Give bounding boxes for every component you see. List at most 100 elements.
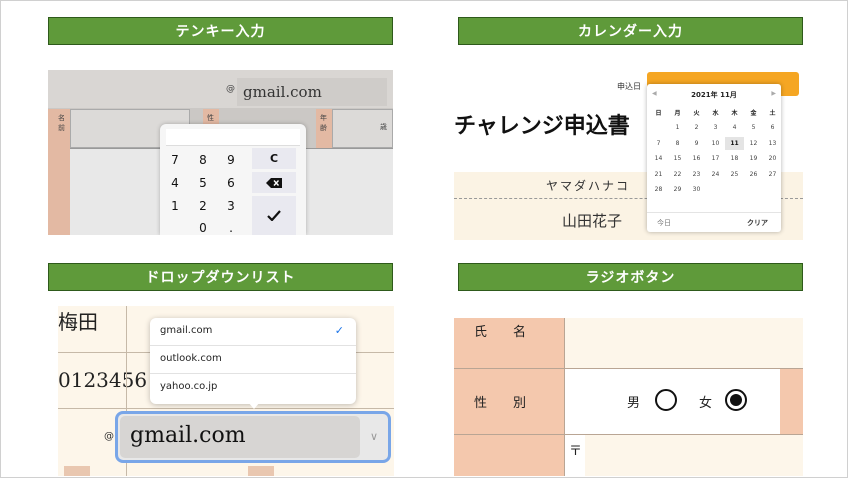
checkmark-icon: ✓ bbox=[334, 324, 344, 337]
calendar-day[interactable]: 30 bbox=[687, 183, 706, 196]
checkmark-icon bbox=[267, 210, 281, 221]
years-label: 歳 bbox=[380, 123, 387, 131]
today-button[interactable]: 今日 bbox=[657, 218, 671, 228]
key-0[interactable]: 0 bbox=[190, 218, 216, 235]
age-label-cell: 年齢 bbox=[316, 109, 332, 148]
key-3[interactable]: 3 bbox=[218, 196, 244, 216]
calendar-day[interactable]: 8 bbox=[668, 137, 687, 150]
calendar-day[interactable]: 12 bbox=[744, 137, 763, 150]
dropdown-option-yahoo[interactable]: yahoo.co.jp bbox=[150, 374, 356, 402]
calendar-day[interactable]: 28 bbox=[649, 183, 668, 196]
calendar-day[interactable]: 21 bbox=[649, 168, 668, 181]
key-8[interactable]: 8 bbox=[190, 150, 216, 170]
sex-label: 性 別 bbox=[474, 396, 527, 411]
email-domain-field[interactable]: gmail.com bbox=[237, 78, 387, 106]
at-sign: @ bbox=[104, 431, 114, 442]
radio-male[interactable] bbox=[655, 389, 677, 411]
header-radio-button: ラジオボタン bbox=[458, 263, 803, 291]
weekday-header: 土 bbox=[769, 110, 776, 117]
clear-key[interactable]: C bbox=[252, 148, 296, 169]
calendar-day[interactable]: 14 bbox=[649, 152, 668, 165]
option-label: outlook.com bbox=[160, 353, 222, 364]
age-label: 年齢 bbox=[320, 114, 327, 132]
email-domain-select[interactable]: gmail.com ∨ bbox=[115, 411, 391, 463]
calendar-day[interactable]: 27 bbox=[763, 168, 782, 181]
calendar-day[interactable]: 22 bbox=[668, 168, 687, 181]
calendar-day[interactable]: 20 bbox=[763, 152, 782, 165]
enter-key[interactable] bbox=[252, 196, 296, 235]
dropdown-screenshot: 梅田 0123456 gmail.com ✓ outlook.com yahoo… bbox=[58, 306, 394, 476]
calendar-day[interactable]: 26 bbox=[744, 168, 763, 181]
calendar-day[interactable]: 19 bbox=[744, 152, 763, 165]
calendar-day[interactable]: 7 bbox=[649, 137, 668, 150]
at-sign: @ bbox=[226, 84, 235, 94]
key-4[interactable]: 4 bbox=[162, 173, 188, 193]
calendar-day[interactable]: 2 bbox=[687, 121, 706, 134]
date-picker-popup: ◀ 2021年 11月 ▶ 日月火水木金土 1 2 3 4 5 6 7 8 9 10 11 12 13 14… bbox=[647, 84, 781, 232]
grid-line bbox=[454, 434, 803, 435]
calendar-day[interactable]: 10 bbox=[706, 137, 725, 150]
sex-label: 性 bbox=[207, 114, 214, 122]
calendar-day[interactable]: 23 bbox=[687, 168, 706, 181]
calendar-footer-divider bbox=[647, 212, 781, 213]
side-label-cell bbox=[780, 369, 803, 434]
calendar-day[interactable]: 6 bbox=[763, 121, 782, 134]
female-label: 女 bbox=[699, 396, 713, 411]
key-6[interactable]: 6 bbox=[218, 173, 244, 193]
label-cell bbox=[64, 466, 90, 476]
weekday-header: 火 bbox=[693, 110, 700, 117]
weekday-header: 水 bbox=[712, 110, 719, 117]
header-dropdown-list: ドロップダウンリスト bbox=[48, 263, 393, 291]
radio-screenshot: 氏 名 性 別 男 女 〒 bbox=[454, 318, 803, 476]
header-keypad-input: テンキー入力 bbox=[48, 17, 393, 45]
name-label: 名前 bbox=[58, 114, 65, 132]
address-text-fragment: 梅田 bbox=[58, 310, 98, 334]
calendar-day[interactable]: 16 bbox=[687, 152, 706, 165]
calendar-day[interactable]: 4 bbox=[725, 121, 744, 134]
name-label: 氏 名 bbox=[474, 325, 527, 340]
radio-selected-dot bbox=[730, 394, 742, 406]
key-1[interactable]: 1 bbox=[162, 196, 188, 216]
numeric-keypad-popup: 7 8 9 4 5 6 1 2 3 0 . C bbox=[160, 124, 306, 235]
dropdown-menu: gmail.com ✓ outlook.com yahoo.co.jp bbox=[150, 318, 356, 404]
calendar-screenshot: 申込日 チャレンジ申込書 ヤマダハナコ 山田花子 ◀ 2021年 11月 ▶ 日… bbox=[454, 70, 803, 240]
calendar-day[interactable]: 15 bbox=[668, 152, 687, 165]
keypad-screenshot: @ gmail.com 名前 性 年齢 歳 7 8 9 4 5 6 1 2 3 … bbox=[48, 70, 393, 235]
grid-line bbox=[58, 408, 394, 409]
key-decimal[interactable]: . bbox=[218, 218, 244, 235]
calendar-day[interactable]: 25 bbox=[725, 168, 744, 181]
header-calendar-input: カレンダー入力 bbox=[458, 17, 803, 45]
chevron-down-icon: ∨ bbox=[369, 430, 378, 443]
weekday-header: 日 bbox=[655, 110, 662, 117]
select-value: gmail.com bbox=[130, 423, 246, 448]
calendar-day[interactable]: 5 bbox=[744, 121, 763, 134]
clear-button[interactable]: クリア bbox=[747, 218, 768, 228]
calendar-day[interactable]: 9 bbox=[687, 137, 706, 150]
calendar-day[interactable]: 3 bbox=[706, 121, 725, 134]
calendar-day[interactable]: 1 bbox=[668, 121, 687, 134]
key-5[interactable]: 5 bbox=[190, 173, 216, 193]
form-title: チャレンジ申込書 bbox=[454, 114, 630, 139]
keypad-display bbox=[166, 129, 300, 146]
calendar-day[interactable]: 24 bbox=[706, 168, 725, 181]
phone-text-fragment: 0123456 bbox=[58, 368, 148, 392]
next-month-icon[interactable]: ▶ bbox=[771, 90, 776, 97]
key-9[interactable]: 9 bbox=[218, 150, 244, 170]
name-label-cell: 名前 bbox=[48, 109, 70, 148]
calendar-day[interactable]: 18 bbox=[725, 152, 744, 165]
backspace-key[interactable] bbox=[252, 172, 296, 193]
radio-female[interactable] bbox=[725, 389, 747, 411]
calendar-day[interactable]: 11 bbox=[725, 136, 744, 150]
calendar-day[interactable]: 13 bbox=[763, 137, 782, 150]
dropdown-pointer bbox=[248, 402, 260, 409]
key-7[interactable]: 7 bbox=[162, 150, 188, 170]
postal-mark: 〒 bbox=[569, 444, 583, 459]
key-2[interactable]: 2 bbox=[190, 196, 216, 216]
full-name: 山田花子 bbox=[562, 212, 623, 230]
weekday-header: 木 bbox=[731, 110, 738, 117]
kana-name: ヤマダハナコ bbox=[546, 179, 631, 193]
dropdown-option-outlook[interactable]: outlook.com bbox=[150, 346, 356, 374]
calendar-day[interactable]: 29 bbox=[668, 183, 687, 196]
calendar-day[interactable]: 17 bbox=[706, 152, 725, 165]
dropdown-option-gmail[interactable]: gmail.com ✓ bbox=[150, 318, 356, 346]
